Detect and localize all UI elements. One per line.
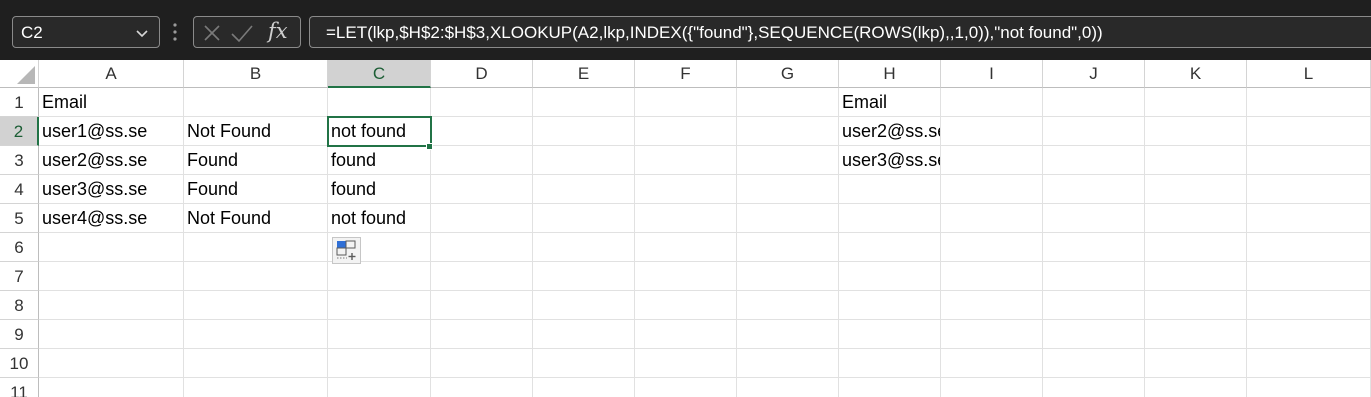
gridline-vertical: [736, 88, 737, 397]
cell-h2[interactable]: user2@ss.se: [839, 117, 940, 146]
cell-h3[interactable]: user3@ss.se: [839, 146, 940, 175]
column-header-f[interactable]: F: [635, 60, 737, 88]
chevron-down-icon[interactable]: [135, 26, 149, 40]
fx-icon[interactable]: fx: [268, 19, 288, 43]
gridline-vertical: [940, 88, 941, 397]
formula-bar-area: C2 fx =LET(lkp,$H$2:$H$3,XLOOKUP(A2,lkp,…: [0, 0, 1371, 60]
cell-a1[interactable]: Email: [39, 88, 183, 117]
column-header-g[interactable]: G: [737, 60, 839, 88]
cell-a4[interactable]: user3@ss.se: [39, 175, 183, 204]
gridline-horizontal: [39, 377, 1371, 378]
row-header-3[interactable]: 3: [0, 146, 39, 175]
check-icon[interactable]: [230, 23, 254, 43]
gridline-horizontal: [39, 290, 1371, 291]
row-header-4[interactable]: 4: [0, 175, 39, 204]
fill-handle[interactable]: [426, 143, 433, 150]
quick-analysis-button[interactable]: [332, 237, 361, 264]
quick-analysis-icon: [336, 240, 356, 260]
name-box-value: C2: [21, 23, 43, 42]
column-header-h[interactable]: H: [839, 60, 941, 88]
row-header-5[interactable]: 5: [0, 204, 39, 233]
column-header-i[interactable]: I: [941, 60, 1043, 88]
column-header-k[interactable]: K: [1145, 60, 1247, 88]
cell-c3[interactable]: found: [328, 146, 430, 175]
active-cell-border: [327, 116, 432, 147]
close-icon[interactable]: [202, 23, 222, 43]
row-header-9[interactable]: 9: [0, 320, 39, 349]
cell-c5[interactable]: not found: [328, 204, 430, 233]
row-header-8[interactable]: 8: [0, 291, 39, 320]
column-header-c[interactable]: C: [328, 60, 431, 88]
gridline-vertical: [1042, 88, 1043, 397]
gridline-vertical: [1246, 88, 1247, 397]
formula-text: =LET(lkp,$H$2:$H$3,XLOOKUP(A2,lkp,INDEX(…: [326, 23, 1103, 42]
cell-b3[interactable]: Found: [184, 146, 327, 175]
cell-a3[interactable]: user2@ss.se: [39, 146, 183, 175]
more-options-icon[interactable]: [172, 22, 178, 42]
column-header-b[interactable]: B: [184, 60, 328, 88]
column-header-d[interactable]: D: [431, 60, 533, 88]
row-header-6[interactable]: 6: [0, 233, 39, 262]
gridline-vertical: [532, 88, 533, 397]
column-header-e[interactable]: E: [533, 60, 635, 88]
gridline-vertical: [1144, 88, 1145, 397]
column-header-a[interactable]: A: [39, 60, 184, 88]
row-header-11[interactable]: 11: [0, 378, 39, 397]
row-header-1[interactable]: 1: [0, 88, 39, 117]
cell-c4[interactable]: found: [328, 175, 430, 204]
select-all-triangle-icon: [17, 66, 35, 84]
cell-h1[interactable]: Email: [839, 88, 940, 117]
cell-b5[interactable]: Not Found: [184, 204, 327, 233]
column-header-l[interactable]: L: [1247, 60, 1371, 88]
row-header-10[interactable]: 10: [0, 349, 39, 378]
formula-input[interactable]: =LET(lkp,$H$2:$H$3,XLOOKUP(A2,lkp,INDEX(…: [309, 16, 1371, 48]
row-header-2[interactable]: 2: [0, 117, 39, 146]
cell-b2[interactable]: Not Found: [184, 117, 327, 146]
gridline-horizontal: [39, 261, 1371, 262]
cell-a5[interactable]: user4@ss.se: [39, 204, 183, 233]
worksheet-grid[interactable]: A B C D E F G H I J K L 1 2 3 4 5 6 7 8 9 10 11 Email user1@ss.s…: [0, 60, 1371, 397]
gridline-vertical: [634, 88, 635, 397]
column-header-j[interactable]: J: [1043, 60, 1145, 88]
gridline-horizontal: [39, 319, 1371, 320]
name-box[interactable]: C2: [12, 16, 160, 48]
row-header-7[interactable]: 7: [0, 262, 39, 291]
formula-buttons: fx: [193, 16, 301, 48]
gridline-horizontal: [39, 348, 1371, 349]
select-all-button[interactable]: [0, 60, 39, 88]
cell-a2[interactable]: user1@ss.se: [39, 117, 183, 146]
cell-b4[interactable]: Found: [184, 175, 327, 204]
